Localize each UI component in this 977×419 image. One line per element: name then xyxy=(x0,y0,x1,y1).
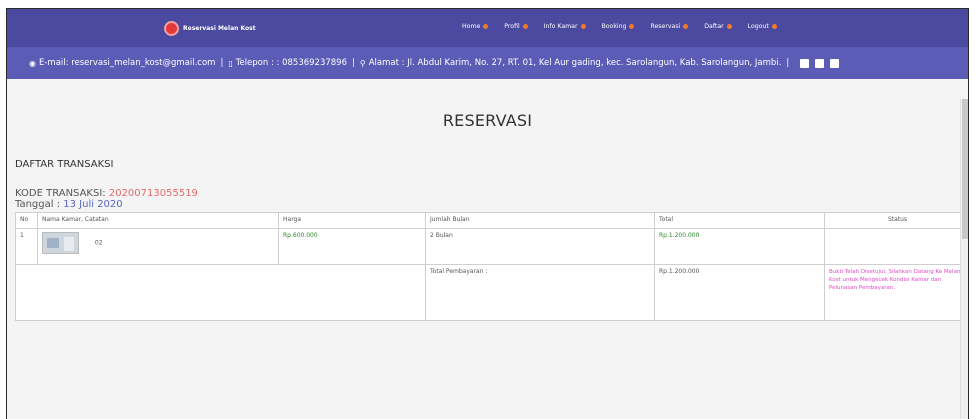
nav-daftar[interactable]: Daftar xyxy=(704,23,732,30)
summary-status: Bukti Telah Disetujui, Silahkan Datang K… xyxy=(824,264,968,321)
transaction-code-label: KODE TRANSAKSI: xyxy=(15,188,106,199)
facebook-icon[interactable] xyxy=(800,58,810,68)
twitter-icon[interactable] xyxy=(830,58,840,68)
transaction-date-value: 13 Juli 2020 xyxy=(63,199,123,210)
header-no: No xyxy=(15,212,38,229)
header-room: Nama Kamar, Catatan xyxy=(37,212,279,229)
nav-info-kamar[interactable]: Info Kamar xyxy=(544,23,586,30)
brand-link[interactable]: Reservasi Melan Kost xyxy=(164,21,256,36)
brand-name: Reservasi Melan Kost xyxy=(183,25,256,32)
transaction-date-label: Tanggal : xyxy=(15,199,61,210)
dropdown-dot-icon xyxy=(629,24,635,29)
divider: | xyxy=(220,58,224,68)
cell-months: 2 Bulan xyxy=(425,228,655,265)
contact-infobar: ◉ E-mail: reservasi_melan_kost@gmail.com… xyxy=(7,47,968,79)
dropdown-dot-icon xyxy=(580,24,586,29)
transaction-date: Tanggal : 13 Juli 2020 xyxy=(15,199,123,210)
contact-email: E-mail: reservasi_melan_kost@gmail.com xyxy=(38,58,216,68)
transaction-code-value: 20200713055519 xyxy=(108,188,198,199)
page-scrollbar[interactable] xyxy=(960,99,968,419)
room-thumbnail[interactable] xyxy=(42,232,79,254)
nav-daftar-label: Daftar xyxy=(704,23,724,30)
dropdown-dot-icon xyxy=(771,24,777,29)
cell-status xyxy=(824,228,968,265)
nav-info-kamar-label: Info Kamar xyxy=(543,23,578,30)
nav-logout[interactable]: Logout xyxy=(748,23,777,30)
dropdown-dot-icon xyxy=(726,24,732,29)
instagram-icon[interactable] xyxy=(815,58,825,68)
cell-room: 02 xyxy=(37,228,279,265)
transaction-table: No Nama Kamar, Catatan Harga Jumlah Bula… xyxy=(15,212,968,321)
nav-reservasi-label: Reservasi xyxy=(650,23,681,30)
header-status: Status xyxy=(824,212,968,229)
dropdown-dot-icon xyxy=(683,24,689,29)
divider: | xyxy=(352,58,355,68)
summary-label: Total Pembayaran : xyxy=(425,264,655,321)
cell-no: 1 xyxy=(15,228,38,265)
scrollbar-thumb[interactable] xyxy=(962,99,968,239)
nav-home-label: Home xyxy=(462,23,481,30)
table-header-row: No Nama Kamar, Catatan Harga Jumlah Bula… xyxy=(15,212,968,229)
top-navbar: Reservasi Melan Kost Home Profil Info Ka… xyxy=(7,9,968,47)
header-price: Harga xyxy=(278,212,426,229)
cell-price: Rp.600.000 xyxy=(278,228,426,265)
contact-address: Alamat : Jl. Abdul Karim, No. 27, RT. 01… xyxy=(368,58,782,68)
summary-total: Rp.1.200.000 xyxy=(654,264,825,321)
table-summary-row: Total Pembayaran : Rp.1.200.000 Bukti Te… xyxy=(15,264,968,321)
main-menu: Home Profil Info Kamar Booking Reservasi… xyxy=(462,23,793,30)
divider: | xyxy=(786,58,790,68)
globe-icon: ◉ xyxy=(29,58,36,68)
section-title: DAFTAR TRANSAKSI xyxy=(15,159,114,170)
nav-reservasi[interactable]: Reservasi xyxy=(650,23,689,30)
page-title: RESERVASI xyxy=(442,111,533,130)
room-name: 02 xyxy=(94,239,103,247)
dropdown-dot-icon xyxy=(483,24,489,29)
table-row: 1 02 Rp.600.000 2 Bulan Rp.1.200.000 xyxy=(15,228,968,265)
dropdown-dot-icon xyxy=(522,24,528,29)
transaction-code: KODE TRANSAKSI: 20200713055519 xyxy=(15,188,198,199)
cell-total: Rp.1.200.000 xyxy=(654,228,825,265)
map-marker-icon: ⚲ xyxy=(359,58,366,68)
contact-phone: Telepon : : 085369237896 xyxy=(235,58,347,68)
nav-booking[interactable]: Booking xyxy=(602,23,635,30)
nav-profil[interactable]: Profil xyxy=(504,23,528,30)
phone-icon: ▯ xyxy=(228,58,233,68)
nav-logout-label: Logout xyxy=(747,23,769,30)
brand-logo-icon xyxy=(164,21,179,36)
nav-booking-label: Booking xyxy=(601,23,627,30)
browser-page: Reservasi Melan Kost Home Profil Info Ka… xyxy=(6,8,969,419)
nav-home[interactable]: Home xyxy=(462,23,489,30)
summary-empty-cell xyxy=(15,264,426,321)
header-total: Total xyxy=(654,212,825,229)
header-months: Jumlah Bulan xyxy=(425,212,655,229)
nav-profil-label: Profil xyxy=(504,23,520,30)
